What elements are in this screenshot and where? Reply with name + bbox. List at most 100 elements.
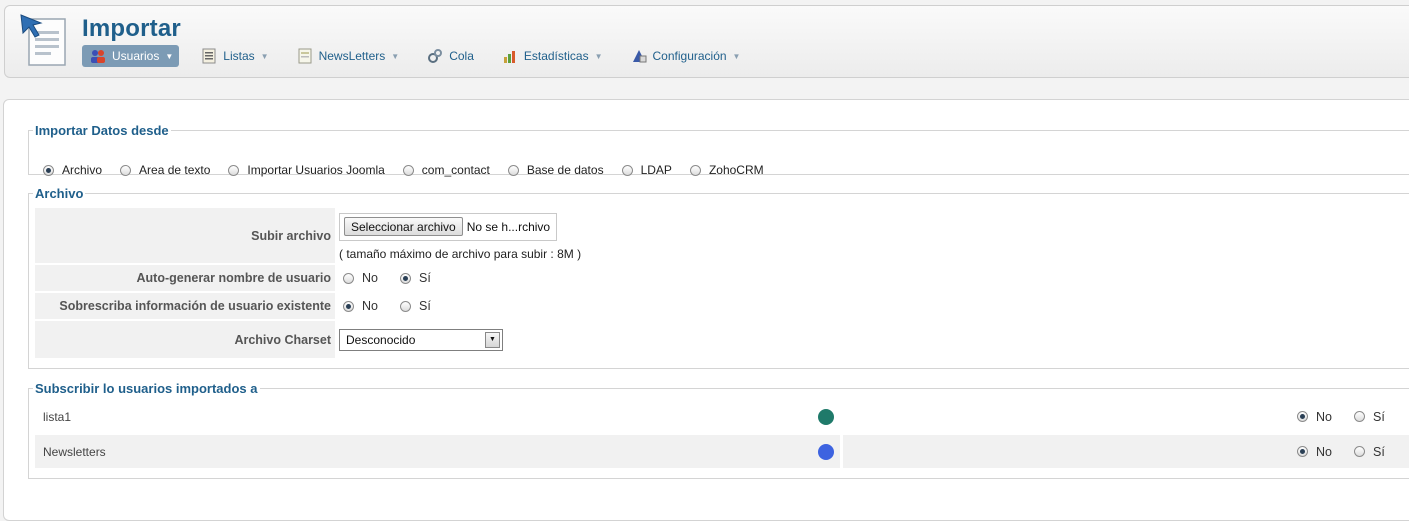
nav-configuracion[interactable]: Configuración ▼ <box>625 45 747 67</box>
nav-usuarios[interactable]: Usuarios ▼ <box>82 45 180 67</box>
file-size-hint: ( tamaño máximo de archivo para subir : … <box>339 246 582 261</box>
radio-button[interactable] <box>120 164 132 176</box>
fieldset-legend: Archivo <box>35 186 84 201</box>
radio-button[interactable] <box>1353 411 1365 422</box>
list-name: Newsletters <box>43 444 106 459</box>
main-content: Importar Datos desde Archivo Area de tex… <box>3 99 1409 521</box>
select-file-button[interactable]: Seleccionar archivo <box>344 217 463 236</box>
option-label: Base de datos <box>526 163 604 177</box>
archivo-form-table: Subir archivo Seleccionar archivo No se … <box>35 206 581 360</box>
autogen-label: Auto-generar nombre de usuario <box>35 265 335 291</box>
overwrite-no[interactable]: No <box>339 299 378 313</box>
radio-button[interactable] <box>228 164 240 176</box>
list-name: lista1 <box>43 409 72 424</box>
radio-button[interactable] <box>399 272 411 284</box>
nav-label: Cola <box>449 49 474 63</box>
source-option-base-de-datos[interactable]: Base de datos <box>507 163 604 177</box>
chevron-down-icon: ▼ <box>260 51 269 61</box>
nav-newsletters[interactable]: NewsLetters ▼ <box>291 45 406 67</box>
option-label: Sí <box>418 299 431 313</box>
radio-button[interactable] <box>621 164 633 176</box>
nav-estadisticas[interactable]: Estadísticas ▼ <box>496 45 609 67</box>
list-row: lista1 No Sí <box>35 400 1409 433</box>
main-nav: Usuarios ▼ Listas ▼ NewsLetters ▼ Cola E… <box>82 44 762 68</box>
list-name-cell: Newsletters <box>35 435 840 468</box>
radio-button[interactable] <box>402 164 414 176</box>
option-label: No <box>362 299 378 313</box>
charset-selected-value: Desconocido <box>346 332 416 347</box>
settings-icon <box>632 50 646 63</box>
page-header: Importar Usuarios ▼ Listas ▼ NewsLetters <box>4 5 1409 78</box>
charset-label: Archivo Charset <box>35 321 335 358</box>
file-input[interactable]: Seleccionar archivo No se h...rchivo <box>339 212 558 241</box>
nav-cola[interactable]: Cola <box>421 45 480 67</box>
source-option-ldap[interactable]: LDAP <box>621 163 672 177</box>
list-subscribe-options: No Sí <box>1293 410 1403 424</box>
option-label: Importar Usuarios Joomla <box>247 163 385 177</box>
nav-label: Listas <box>223 49 255 63</box>
radio-button[interactable] <box>1297 446 1308 457</box>
subscribe-yes[interactable]: Sí <box>1350 445 1385 459</box>
source-option-zohocrm[interactable]: ZohoCRM <box>689 163 764 177</box>
dropdown-arrow-icon[interactable]: ▼ <box>485 331 500 348</box>
source-option-com-contact[interactable]: com_contact <box>402 163 490 177</box>
chevron-down-icon: ▼ <box>594 51 603 61</box>
file-status: No se h...rchivo <box>466 219 551 234</box>
form-row-charset: Archivo Charset Desconocido ▼ <box>35 321 581 358</box>
overwrite-yes[interactable]: Sí <box>396 299 431 313</box>
option-label: LDAP <box>640 163 672 177</box>
form-row-overwrite: Sobrescriba información de usuario exist… <box>35 293 581 319</box>
radio-button[interactable] <box>1353 446 1365 457</box>
source-option-archivo[interactable]: Archivo <box>43 163 102 177</box>
subscribe-fieldset: Subscribir lo usuarios importados a list… <box>28 381 1409 479</box>
option-label: No <box>1316 409 1332 424</box>
subscribe-no[interactable]: No <box>1293 445 1332 459</box>
import-source-options: Archivo Area de texto Importar Usuarios … <box>43 163 782 177</box>
autogen-options: No Sí <box>339 271 581 285</box>
autogen-no[interactable]: No <box>339 271 378 285</box>
import-document-icon <box>20 14 66 66</box>
source-option-area-de-texto[interactable]: Area de texto <box>120 163 210 177</box>
radio-button[interactable] <box>43 164 54 176</box>
option-label: com_contact <box>421 163 490 177</box>
list-color-dot <box>818 408 834 425</box>
import-source-fieldset: Importar Datos desde Archivo Area de tex… <box>28 123 1409 177</box>
radio-button[interactable] <box>507 164 519 176</box>
statistics-icon <box>503 51 515 63</box>
radio-button[interactable] <box>1297 411 1308 422</box>
option-label: No <box>362 271 378 285</box>
list-color-dot <box>818 443 834 460</box>
nav-listas[interactable]: Listas ▼ <box>195 45 274 67</box>
nav-label: Configuración <box>652 49 727 63</box>
list-subscribe-options: No Sí <box>1293 445 1403 459</box>
option-label: Archivo <box>62 163 103 177</box>
overwrite-options: No Sí <box>339 299 581 313</box>
page-title: Importar <box>82 15 181 42</box>
chevron-down-icon: ▼ <box>391 51 400 61</box>
form-row-autogen: Auto-generar nombre de usuario No Sí <box>35 265 581 291</box>
archivo-fieldset: Archivo Subir archivo Seleccionar archiv… <box>28 186 1409 369</box>
overwrite-label: Sobrescriba información de usuario exist… <box>35 293 335 319</box>
radio-button[interactable] <box>343 272 354 284</box>
option-label: Sí <box>418 271 431 285</box>
charset-select[interactable]: Desconocido ▼ <box>339 328 503 351</box>
autogen-yes[interactable]: Sí <box>396 271 431 285</box>
radio-button[interactable] <box>399 300 411 312</box>
chevron-down-icon: ▼ <box>732 51 741 61</box>
radio-button[interactable] <box>689 164 701 176</box>
overwrite-cell: No Sí <box>335 293 581 319</box>
option-label: Sí <box>1372 409 1385 424</box>
list-name-cell: lista1 <box>35 400 840 433</box>
subscribe-yes[interactable]: Sí <box>1350 410 1385 424</box>
list-subscribe-cell: No Sí <box>843 400 1409 433</box>
source-option-joomla-users[interactable]: Importar Usuarios Joomla <box>228 163 385 177</box>
subscribe-no[interactable]: No <box>1293 410 1332 424</box>
option-label: No <box>1316 444 1332 459</box>
fieldset-legend: Importar Datos desde <box>35 123 169 138</box>
newsletter-icon <box>298 48 312 64</box>
option-label: Area de texto <box>139 163 211 177</box>
autogen-cell: No Sí <box>335 265 581 291</box>
radio-button[interactable] <box>343 300 354 312</box>
fieldset-legend: Subscribir lo usuarios importados a <box>35 381 258 396</box>
nav-label: Estadísticas <box>523 49 589 63</box>
